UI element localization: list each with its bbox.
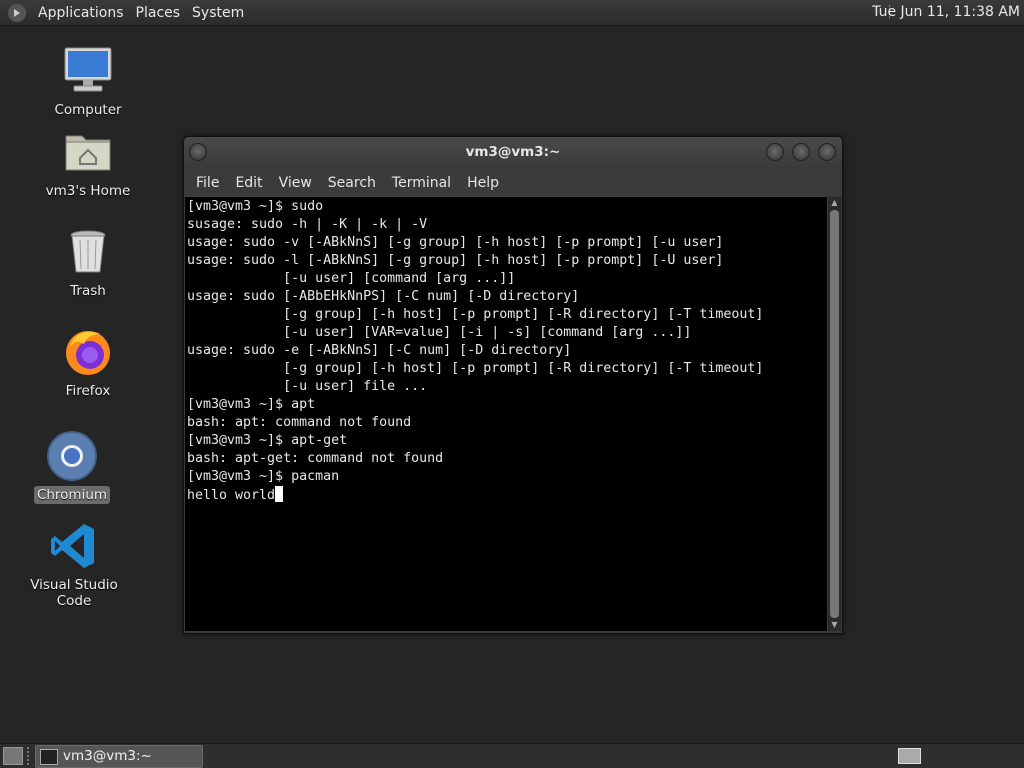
panel-grip <box>27 747 33 765</box>
computer-icon <box>62 45 114 97</box>
terminal-line: usage: sudo -e [-ABkNnS] [-C num] [-D di… <box>187 343 572 358</box>
desktop-icon-label: Computer <box>54 102 122 118</box>
terminal-line: susage: sudo -h | -K | -k | -V <box>187 217 428 232</box>
minimize-button[interactable] <box>766 143 784 161</box>
window-titlebar[interactable]: vm3@vm3:~ <box>184 137 842 168</box>
window-title: vm3@vm3:~ <box>465 144 561 160</box>
scroll-up-arrow-icon[interactable]: ▲ <box>828 197 841 209</box>
menu-search[interactable]: Search <box>320 175 384 191</box>
desktop-icon-trash[interactable]: Trash <box>28 226 148 300</box>
terminal-line: usage: sudo -v [-ABkNnS] [-g group] [-h … <box>187 235 724 250</box>
terminal-line: usage: sudo -l [-ABkNnS] [-g group] [-h … <box>187 253 724 268</box>
terminal-window[interactable]: vm3@vm3:~ File Edit View Search Terminal… <box>183 136 843 634</box>
terminal-line: bash: apt-get: command not found <box>187 451 444 466</box>
scroll-down-arrow-icon[interactable]: ▼ <box>828 619 841 631</box>
desktop-icon-vscode[interactable]: Visual Studio Code <box>14 520 134 610</box>
menu-terminal[interactable]: Terminal <box>384 175 459 191</box>
terminal-line: [vm3@vm3 ~]$ pacman <box>187 469 340 484</box>
system-logo-icon[interactable] <box>8 3 26 22</box>
maximize-button[interactable] <box>792 143 810 161</box>
top-panel: Applications Places System Tue Jun 11, 1… <box>0 0 1024 26</box>
terminal-line: [-g group] [-h host] [-p prompt] [-R dir… <box>187 361 764 376</box>
desktop-icon-chromium[interactable]: Chromium <box>12 430 132 504</box>
menu-help[interactable]: Help <box>459 175 507 191</box>
terminal-line: bash: apt: command not found <box>187 415 412 430</box>
desktop-icon-label: Visual Studio Code <box>30 577 118 609</box>
system-menu[interactable]: System <box>186 5 250 21</box>
desktop-icon-label: Firefox <box>65 383 111 399</box>
terminal-text: [vm3@vm3 ~]$ sudo susage: sudo -h | -K |… <box>185 197 827 505</box>
taskbar-label: vm3@vm3:~ <box>63 748 152 764</box>
chromium-icon <box>46 430 98 482</box>
terminal-line: [-g group] [-h host] [-p prompt] [-R dir… <box>187 307 764 322</box>
desktop-icon-computer[interactable]: Computer <box>28 45 148 119</box>
desktop-icon-label: Trash <box>70 283 106 299</box>
menu-view[interactable]: View <box>271 175 320 191</box>
firefox-icon <box>62 326 114 378</box>
applications-menu[interactable]: Applications <box>32 5 130 21</box>
desktop-icon-firefox[interactable]: Firefox <box>28 326 148 400</box>
bottom-panel: vm3@vm3:~ <box>0 743 1024 768</box>
terminal-line: [vm3@vm3 ~]$ apt <box>187 397 316 412</box>
menu-file[interactable]: File <box>188 175 227 191</box>
terminal-menubar: File Edit View Search Terminal Help <box>184 168 842 197</box>
workspace-switcher[interactable] <box>898 748 921 764</box>
terminal-line: usage: sudo [-ABbEHkNnPS] [-C num] [-D d… <box>187 289 580 304</box>
taskbar-terminal-button[interactable]: vm3@vm3:~ <box>35 745 203 768</box>
vscode-icon <box>48 520 100 572</box>
menu-edit[interactable]: Edit <box>227 175 270 191</box>
terminal-current-line: hello world <box>187 488 276 503</box>
terminal-icon <box>40 749 58 765</box>
terminal-output[interactable]: [vm3@vm3 ~]$ sudo susage: sudo -h | -K |… <box>185 197 827 631</box>
desktop-icon-home[interactable]: vm3's Home <box>28 126 148 200</box>
home-folder-icon <box>62 126 114 178</box>
terminal-scrollbar[interactable]: ▲ ▼ <box>828 197 841 631</box>
terminal-line: [-u user] [VAR=value] [-i | -s] [command… <box>187 325 692 340</box>
desktop-icon-label: vm3's Home <box>45 183 131 199</box>
text-cursor <box>275 486 284 502</box>
terminal-line: [-u user] [command [arg ...]] <box>187 271 516 286</box>
close-button[interactable] <box>818 143 836 161</box>
clock[interactable]: Tue Jun 11, 11:38 AM <box>872 0 1020 25</box>
trash-icon <box>62 226 114 278</box>
terminal-line: [vm3@vm3 ~]$ sudo <box>187 199 324 214</box>
scrollbar-thumb[interactable] <box>830 210 839 618</box>
terminal-line: [-u user] file ... <box>187 379 428 394</box>
terminal-line: [vm3@vm3 ~]$ apt-get <box>187 433 348 448</box>
desktop-icon-label: Chromium <box>33 486 111 504</box>
show-desktop-icon[interactable] <box>3 747 23 765</box>
places-menu[interactable]: Places <box>130 5 187 21</box>
